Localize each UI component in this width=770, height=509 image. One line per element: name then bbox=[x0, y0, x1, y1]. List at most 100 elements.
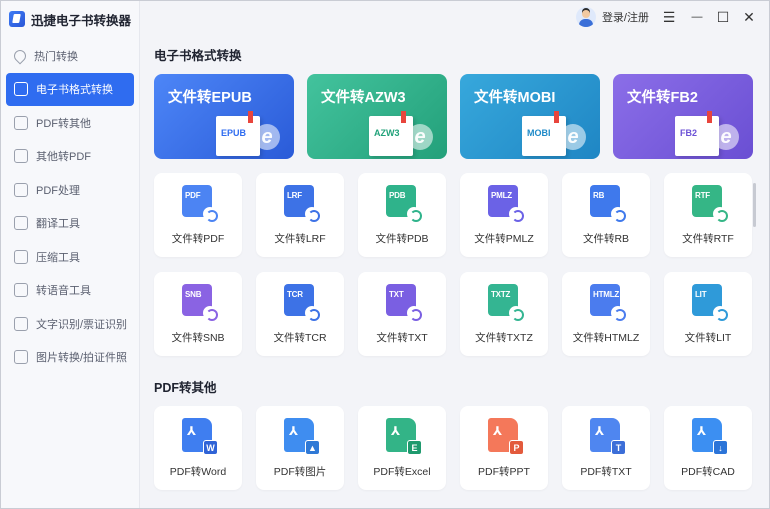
convert-card-pdf[interactable]: PDF 文件转PDF bbox=[154, 173, 242, 257]
convert-badge-icon bbox=[305, 306, 320, 321]
scrollbar[interactable] bbox=[753, 183, 756, 227]
app-logo-icon bbox=[9, 11, 25, 27]
convert-card-rb[interactable]: RB 文件转RB bbox=[562, 173, 650, 257]
convert-card-tcr[interactable]: TCR 文件转TCR bbox=[256, 272, 344, 356]
convert-badge-icon bbox=[509, 306, 524, 321]
sidebar-item-voice[interactable]: 转语音工具 bbox=[6, 274, 134, 308]
sidebar-nav: 热门转换 电子书格式转换 PDF转其他 其他转PDF PDF处理 翻译工具 压缩… bbox=[6, 39, 134, 374]
banner-title: 文件转FB2 bbox=[627, 90, 698, 106]
banner-title: 文件转EPUB bbox=[168, 90, 252, 106]
convert-card-lrf[interactable]: LRF 文件转LRF bbox=[256, 173, 344, 257]
convert-card-rtf[interactable]: RTF 文件转RTF bbox=[664, 173, 752, 257]
flame-icon bbox=[11, 47, 29, 65]
banner-format-tag: EPUB bbox=[221, 128, 247, 138]
sidebar-item-other-to-pdf[interactable]: 其他转PDF bbox=[6, 140, 134, 174]
banner-mobi[interactable]: 文件转MOBI MOBI e bbox=[460, 74, 600, 159]
sidebar-item-translate[interactable]: 翻译工具 bbox=[6, 207, 134, 241]
pdf-convert-card-3[interactable]: ⅄ P PDF转PPT bbox=[460, 406, 548, 490]
target-format-icon: T bbox=[611, 440, 626, 455]
sidebar-item-label: 其他转PDF bbox=[36, 151, 91, 164]
sidebar-item-label: PDF转其他 bbox=[36, 117, 91, 130]
section-title-ebook: 电子书格式转换 bbox=[154, 49, 242, 63]
login-button[interactable]: 登录/注册 bbox=[575, 7, 649, 27]
format-tag: TXTZ bbox=[491, 290, 511, 299]
file-format-icon: PMLZ bbox=[488, 185, 524, 222]
convert-badge-icon bbox=[203, 207, 218, 222]
minimize-icon[interactable]: — bbox=[689, 9, 705, 25]
banner-azw3[interactable]: 文件转AZW3 AZW3 e bbox=[307, 74, 447, 159]
acrobat-icon: ⅄ bbox=[391, 424, 401, 438]
pdf-file-icon: ⅄ W bbox=[182, 418, 218, 455]
book-icon: EPUB e bbox=[216, 108, 286, 156]
image-icon bbox=[14, 350, 28, 365]
card-label: 文件转TXT bbox=[376, 332, 428, 344]
ebook-e-icon: e bbox=[254, 124, 280, 150]
brand: 迅捷电子书转换器 bbox=[9, 9, 131, 29]
pdf-convert-card-1[interactable]: ⅄ ▲ PDF转图片 bbox=[256, 406, 344, 490]
scan-icon bbox=[14, 316, 28, 331]
sidebar-item-ebook[interactable]: 电子书格式转换 bbox=[6, 72, 134, 106]
sidebar-item-ocr[interactable]: 文字识别/票证识别 bbox=[6, 307, 134, 341]
file-format-icon: PDF bbox=[182, 185, 218, 222]
card-label: 文件转SNB bbox=[171, 332, 225, 344]
sidebar-item-label: 文字识别/票证识别 bbox=[36, 318, 128, 331]
pdf-convert-card-0[interactable]: ⅄ W PDF转Word bbox=[154, 406, 242, 490]
sidebar-item-compress[interactable]: 压缩工具 bbox=[6, 240, 134, 274]
card-label: PDF转图片 bbox=[273, 466, 327, 478]
sidebar-item-label: 图片转换/拍证件照 bbox=[36, 352, 128, 365]
sidebar-item-pdf-process[interactable]: PDF处理 bbox=[6, 173, 134, 207]
book-icon: MOBI e bbox=[522, 108, 592, 156]
target-format-icon: ▲ bbox=[305, 440, 320, 455]
file-format-icon: LIT bbox=[692, 284, 728, 321]
convert-card-htmlz[interactable]: HTMLZ 文件转HTMLZ bbox=[562, 272, 650, 356]
pdf-convert-card-2[interactable]: ⅄ E PDF转Excel bbox=[358, 406, 446, 490]
format-tag: TXT bbox=[389, 290, 404, 299]
sidebar-item-hot[interactable]: 热门转换 bbox=[6, 39, 134, 73]
card-label: 文件转PMLZ bbox=[474, 233, 534, 245]
bookmark-icon bbox=[554, 111, 559, 123]
convert-card-snb[interactable]: SNB 文件转SNB bbox=[154, 272, 242, 356]
card-label: 文件转HTMLZ bbox=[572, 332, 640, 344]
menu-icon[interactable]: ☰ bbox=[661, 9, 677, 25]
sidebar-item-label: 翻译工具 bbox=[36, 218, 80, 231]
app-window: 迅捷电子书转换器 热门转换 电子书格式转换 PDF转其他 其他转PDF PDF处… bbox=[0, 0, 770, 509]
file-convert-icon bbox=[14, 149, 28, 164]
pdf-convert-card-4[interactable]: ⅄ T PDF转TXT bbox=[562, 406, 650, 490]
card-label: PDF转TXT bbox=[580, 466, 632, 478]
card-label: 文件转RB bbox=[582, 233, 630, 245]
bookmark-icon bbox=[707, 111, 712, 123]
banner-format-tag: FB2 bbox=[680, 128, 698, 138]
maximize-icon[interactable]: ☐ bbox=[715, 9, 731, 25]
bookmark-icon bbox=[248, 111, 253, 123]
card-label: 文件转TCR bbox=[273, 332, 327, 344]
file-format-icon: PDB bbox=[386, 185, 422, 222]
sidebar: 迅捷电子书转换器 热门转换 电子书格式转换 PDF转其他 其他转PDF PDF处… bbox=[1, 1, 140, 508]
login-label: 登录/注册 bbox=[601, 12, 649, 24]
format-tag: HTMLZ bbox=[593, 290, 620, 299]
pdf-convert-card-5[interactable]: ⅄ ↓ PDF转CAD bbox=[664, 406, 752, 490]
convert-card-pdb[interactable]: PDB 文件转PDB bbox=[358, 173, 446, 257]
convert-badge-icon bbox=[407, 207, 422, 222]
convert-badge-icon bbox=[203, 306, 218, 321]
banner-fb2[interactable]: 文件转FB2 FB2 e bbox=[613, 74, 753, 159]
banner-epub[interactable]: 文件转EPUB EPUB e bbox=[154, 74, 294, 159]
card-label: 文件转PDF bbox=[171, 233, 225, 245]
close-icon[interactable]: ✕ bbox=[741, 9, 757, 25]
book-icon: AZW3 e bbox=[369, 108, 439, 156]
convert-card-txt[interactable]: TXT 文件转TXT bbox=[358, 272, 446, 356]
acrobat-icon: ⅄ bbox=[493, 424, 503, 438]
convert-badge-icon bbox=[611, 207, 626, 222]
file-format-icon: SNB bbox=[182, 284, 218, 321]
pdf-file-icon: ⅄ ↓ bbox=[692, 418, 728, 455]
format-tag: LRF bbox=[287, 191, 302, 200]
section-title-pdf: PDF转其他 bbox=[154, 381, 217, 395]
sidebar-item-pdf-to-other[interactable]: PDF转其他 bbox=[6, 106, 134, 140]
convert-card-pmlz[interactable]: PMLZ 文件转PMLZ bbox=[460, 173, 548, 257]
card-label: PDF转Excel bbox=[373, 466, 431, 478]
convert-badge-icon bbox=[713, 306, 728, 321]
convert-card-lit[interactable]: LIT 文件转LIT bbox=[664, 272, 752, 356]
sidebar-item-image[interactable]: 图片转换/拍证件照 bbox=[6, 341, 134, 375]
convert-card-txtz[interactable]: TXTZ 文件转TXTZ bbox=[460, 272, 548, 356]
book-icon: FB2 e bbox=[675, 108, 745, 156]
banner-format-tag: AZW3 bbox=[374, 128, 400, 138]
